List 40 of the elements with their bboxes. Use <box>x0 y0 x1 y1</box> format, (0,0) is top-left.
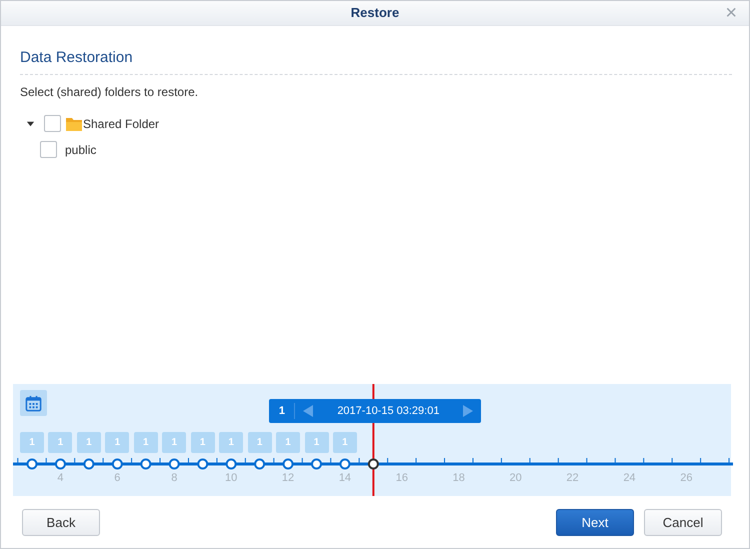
next-button[interactable]: Next <box>556 509 634 536</box>
instruction-text: Select (shared) folders to restore. <box>20 84 200 100</box>
axis-label: 16 <box>394 471 409 486</box>
axis-label: 10 <box>224 471 238 486</box>
snapshot-count-badge: 1 <box>105 432 130 453</box>
snapshot-datetime: 2017-10-15 03:29:01 <box>336 404 440 419</box>
caret-icon[interactable] <box>26 119 35 128</box>
snapshot-count-badge: 1 <box>248 432 272 453</box>
window-title: Restore <box>350 4 400 22</box>
snapshot-count-badge: 1 <box>276 432 300 453</box>
tree-item-label[interactable]: Shared Folder <box>83 114 160 132</box>
snapshot-point[interactable] <box>368 458 379 470</box>
tree-item-label[interactable]: public <box>65 140 96 158</box>
dialog-button[interactable]: Cancel <box>644 509 722 536</box>
snapshot-count-badge: 1 <box>219 432 244 453</box>
checkbox[interactable] <box>44 115 61 132</box>
snapshot-count-badge: 1 <box>76 432 101 453</box>
axis-label: 12 <box>280 471 296 486</box>
snapshot-count-badge: 1 <box>48 432 72 453</box>
axis-label: 26 <box>679 471 694 486</box>
snapshot-count-badge: 1 <box>20 432 44 453</box>
section-title: Data Restoration <box>20 48 134 68</box>
snapshot-count-badge: 1 <box>134 432 158 453</box>
snapshot-count-badge: 1 <box>162 432 186 453</box>
axis-label: 20 <box>508 471 523 486</box>
axis-label: 14 <box>338 471 352 486</box>
snapshot-count-badge: 1 <box>332 432 357 453</box>
folder-icon <box>66 116 82 130</box>
axis-label: 24 <box>622 471 637 486</box>
axis-label: 6 <box>113 471 122 486</box>
axis-label: 22 <box>565 471 580 486</box>
calendar-icon[interactable] <box>20 390 47 416</box>
snapshot-count-badge: 1 <box>304 432 328 453</box>
axis-label: 4 <box>56 471 64 486</box>
axis-label: 8 <box>170 471 178 486</box>
axis-label: 18 <box>452 471 466 486</box>
dialog-button[interactable]: Back <box>22 509 100 536</box>
version-count: 1 <box>269 403 296 419</box>
checkbox[interactable] <box>40 141 57 158</box>
snapshot-count-badge: 1 <box>190 432 215 453</box>
